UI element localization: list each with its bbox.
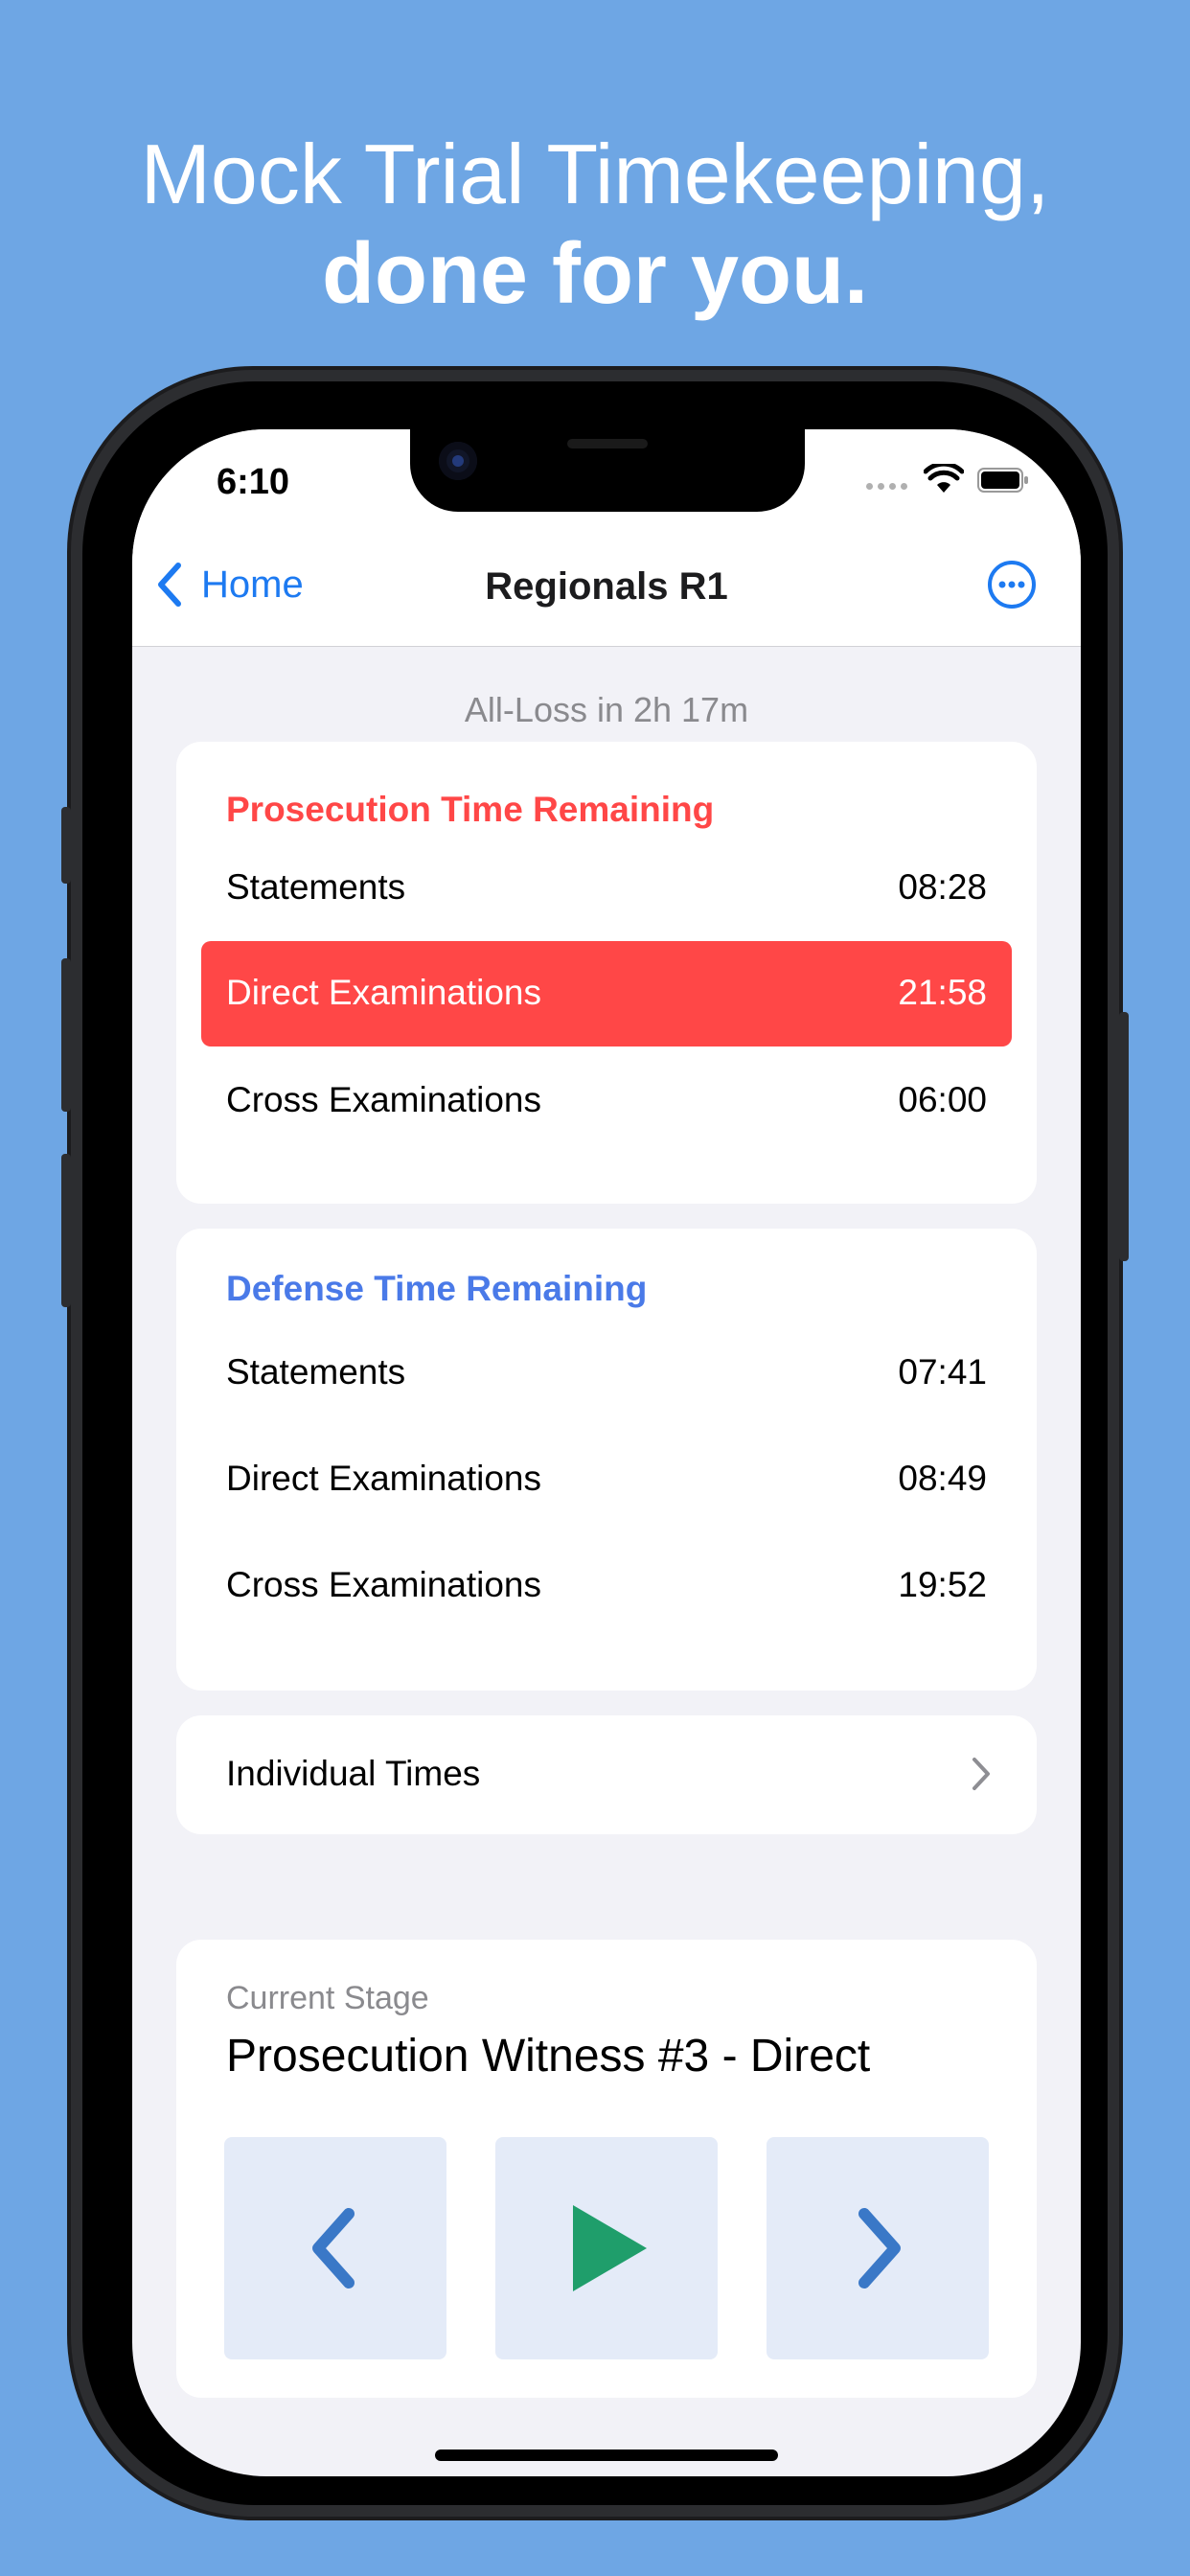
next-stage-button[interactable] <box>767 2137 989 2359</box>
row-label: Statements <box>226 867 406 907</box>
prosecution-cross-row[interactable]: Cross Examinations 06:00 <box>176 1048 1037 1154</box>
home-indicator[interactable] <box>435 2450 778 2461</box>
row-label: Direct Examinations <box>226 1459 542 1498</box>
individual-times-label: Individual Times <box>226 1754 481 1793</box>
current-stage-name: Prosecution Witness #3 - Direct <box>226 2031 871 2082</box>
row-label: Direct Examinations <box>226 973 542 1012</box>
defense-statements-row[interactable]: Statements 07:41 <box>176 1321 1037 1426</box>
row-time: 07:41 <box>898 1352 987 1392</box>
prosecution-direct-row[interactable]: Direct Examinations 21:58 <box>201 941 1012 1046</box>
defense-cross-row[interactable]: Cross Examinations 19:52 <box>176 1533 1037 1639</box>
phone-frame: 6:10 Home Regionals R1 All-Loss in 2h 17… <box>61 370 1129 2517</box>
chevron-right-icon <box>973 1758 990 1790</box>
all-loss-countdown: All-Loss in 2h 17m <box>464 690 749 729</box>
headline-line-2: done for you. <box>322 226 868 322</box>
battery-icon <box>977 468 1028 493</box>
app-screen: 6:10 Home Regionals R1 All-Loss in 2h 17… <box>132 429 1081 2476</box>
current-stage-card: Current Stage Prosecution Witness #3 - D… <box>176 1940 1037 2398</box>
prosecution-statements-row[interactable]: Statements 08:28 <box>176 836 1037 941</box>
row-time: 08:28 <box>898 867 987 907</box>
defense-title: Defense Time Remaining <box>226 1269 648 1308</box>
headline-line-1: Mock Trial Timekeeping, <box>140 126 1050 221</box>
power-button <box>1119 1012 1129 1261</box>
volume-up-button <box>61 958 71 1112</box>
chevron-left-icon <box>312 2208 355 2288</box>
chevron-right-icon <box>858 2208 901 2288</box>
cellular-signal-icon <box>866 483 907 490</box>
headline: Mock Trial Timekeeping, done for you. <box>0 125 1190 324</box>
row-time: 21:58 <box>898 973 987 1012</box>
ellipsis-circle-icon[interactable] <box>987 560 1037 610</box>
play-icon <box>573 2205 647 2291</box>
front-camera <box>439 442 477 480</box>
page-title: Regionals R1 <box>485 565 728 608</box>
previous-stage-button[interactable] <box>224 2137 446 2359</box>
row-time: 08:49 <box>898 1459 987 1498</box>
row-label: Cross Examinations <box>226 1565 542 1604</box>
row-label: Cross Examinations <box>226 1080 542 1119</box>
wifi-icon <box>924 464 964 493</box>
prosecution-card: Prosecution Time Remaining Statements 08… <box>176 742 1037 1204</box>
speaker-grille <box>567 439 648 448</box>
row-time: 19:52 <box>898 1565 987 1604</box>
individual-times-row[interactable]: Individual Times <box>176 1715 1037 1834</box>
mute-switch <box>61 807 71 884</box>
row-time: 06:00 <box>898 1080 987 1119</box>
current-stage-caption: Current Stage <box>226 1980 429 2016</box>
row-label: Statements <box>226 1352 406 1392</box>
defense-direct-row[interactable]: Direct Examinations 08:49 <box>176 1427 1037 1532</box>
screen-bezel: 6:10 Home Regionals R1 All-Loss in 2h 17… <box>82 381 1108 2505</box>
defense-card: Defense Time Remaining Statements 07:41 … <box>176 1229 1037 1690</box>
volume-down-button <box>61 1154 71 1307</box>
play-button[interactable] <box>495 2137 718 2359</box>
prosecution-title: Prosecution Time Remaining <box>226 790 715 829</box>
status-time: 6:10 <box>217 462 290 502</box>
notch <box>410 429 805 512</box>
